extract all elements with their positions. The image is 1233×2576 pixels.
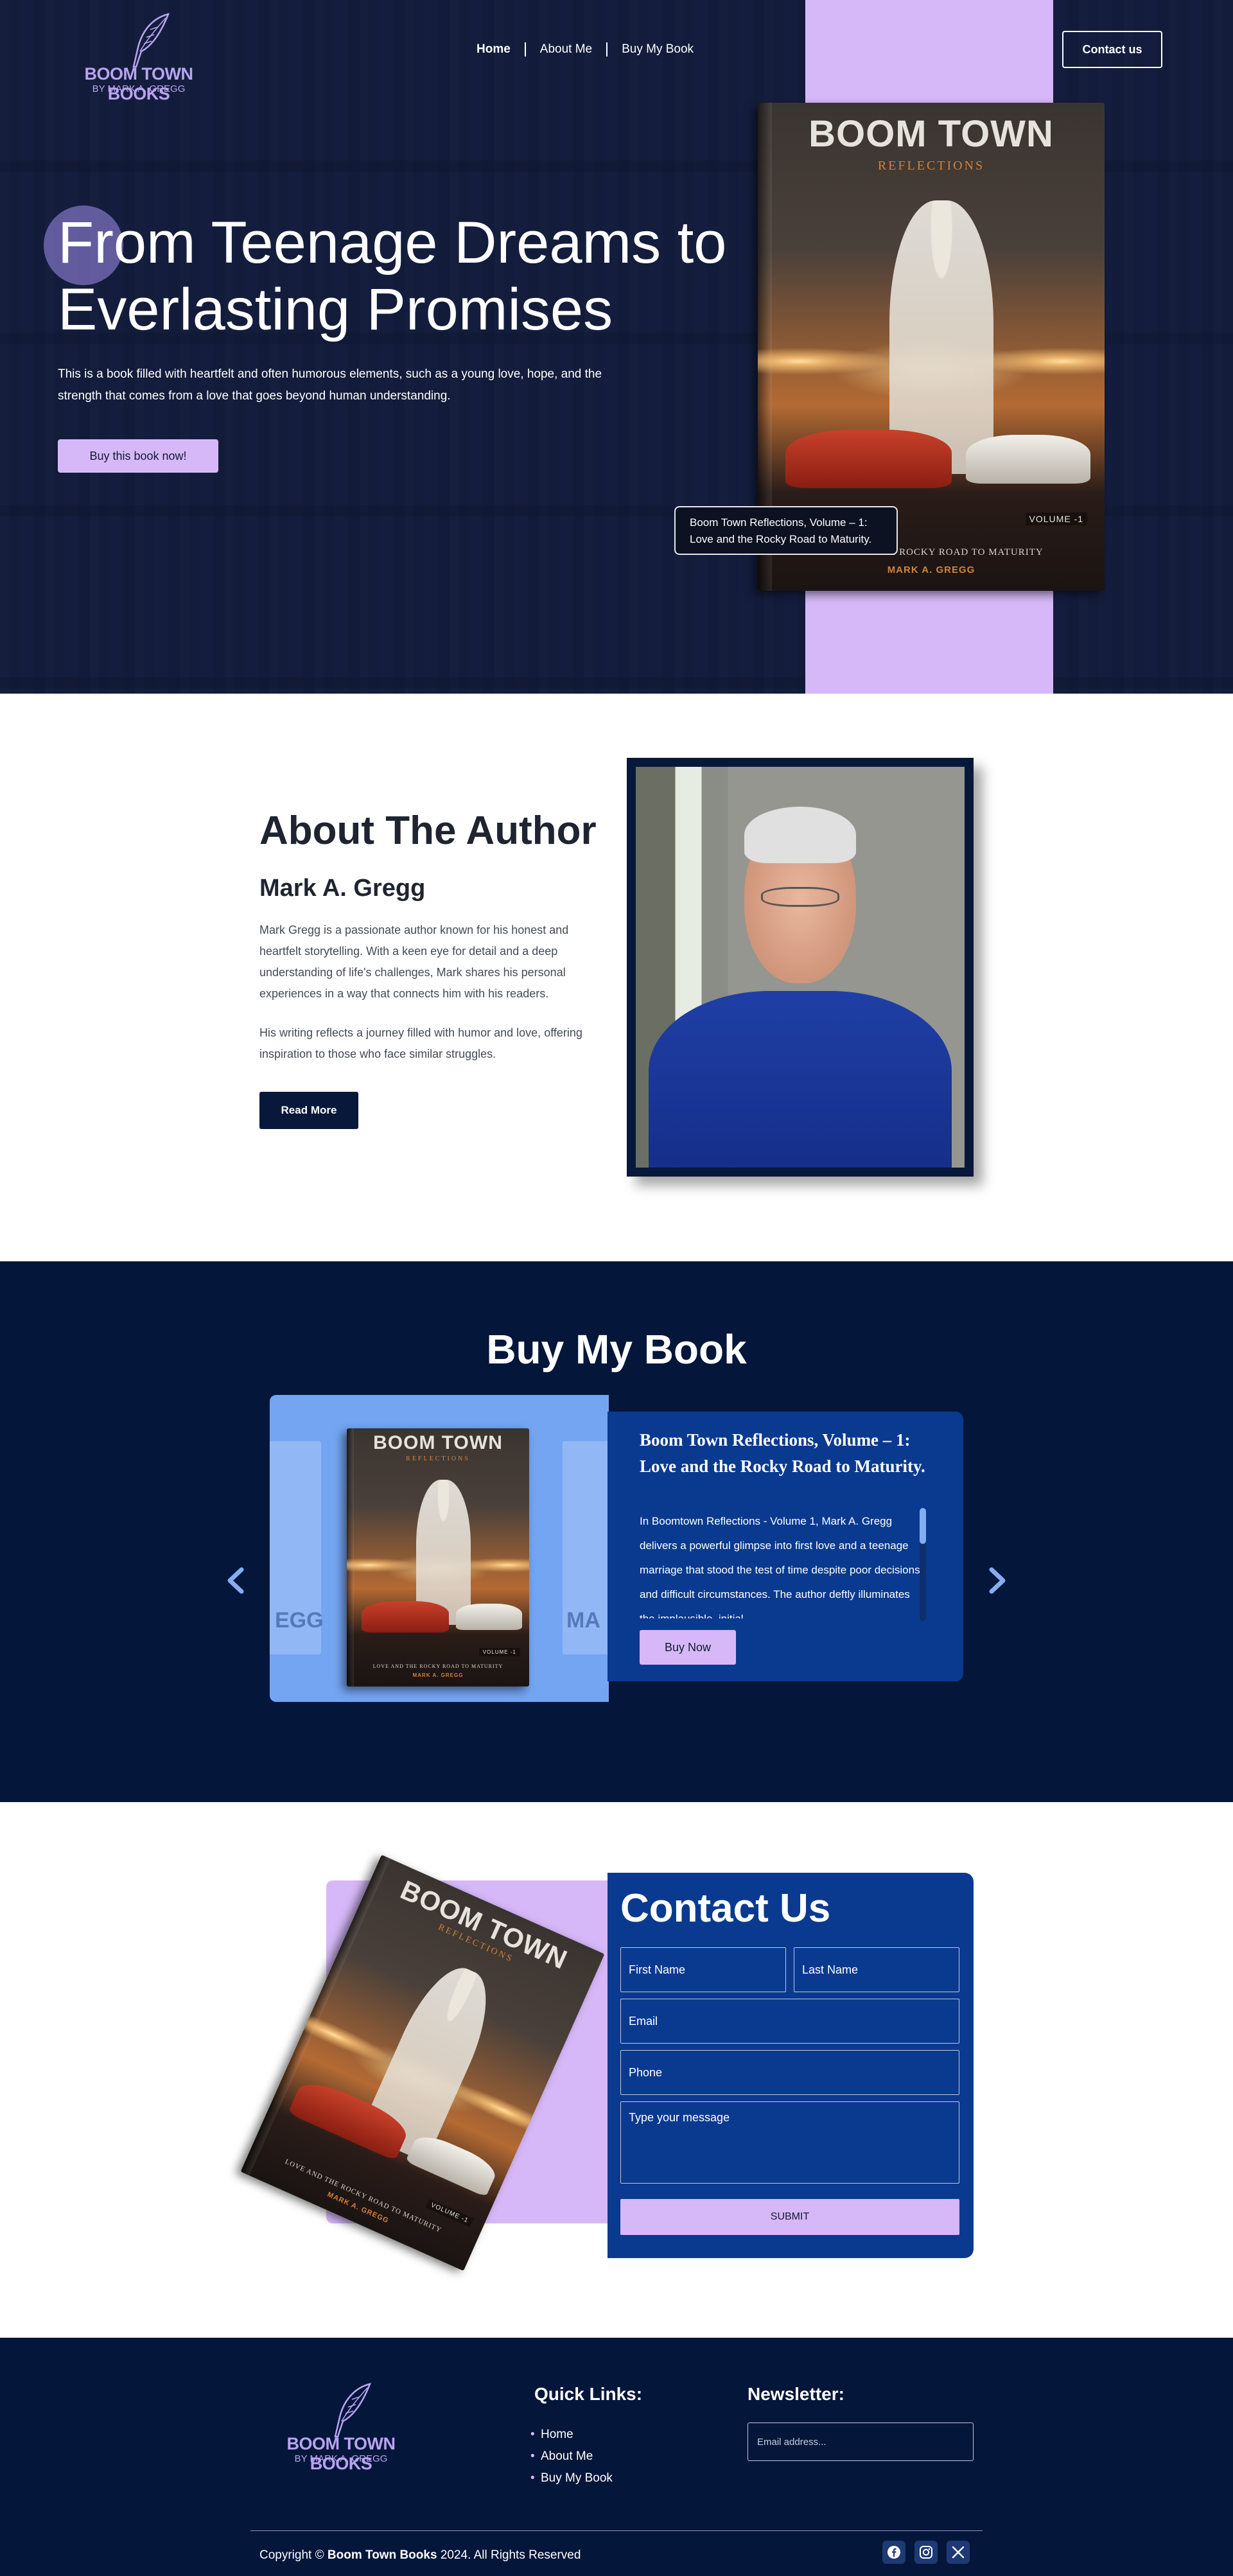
buy-section: Buy My Book EGG MA BOOM TOWN REFLECTIONS… bbox=[0, 1261, 1233, 1802]
main-nav: Home About Me Buy My Book bbox=[477, 42, 708, 57]
nav-item-about-me[interactable]: About Me bbox=[526, 42, 608, 57]
site-footer: BOOM TOWN BOOKS BY MARK A. GREGG Quick L… bbox=[0, 2338, 1233, 2576]
carousel-next-book[interactable]: MA bbox=[563, 1441, 609, 1654]
x-icon[interactable] bbox=[947, 2541, 970, 2564]
contact-title: Contact Us bbox=[620, 1886, 831, 1931]
quill-icon bbox=[132, 13, 170, 68]
instagram-icon[interactable] bbox=[914, 2541, 938, 2564]
book-tooltip: Boom Town Reflections, Volume – 1: Love … bbox=[674, 506, 898, 555]
first-name-field[interactable] bbox=[620, 1947, 786, 1992]
author-glasses bbox=[760, 887, 840, 907]
nav-item-buy-my-book[interactable]: Buy My Book bbox=[608, 42, 708, 57]
author-shirt bbox=[649, 991, 952, 1168]
contact-section: BOOM TOWN REFLECTIONS VOLUME -1 LOVE AND… bbox=[0, 1802, 1233, 2338]
white-race-car bbox=[405, 2130, 500, 2198]
slide-description: In Boomtown Reflections - Volume 1, Mark… bbox=[640, 1515, 920, 1618]
quick-link-about-me[interactable]: About Me bbox=[530, 2446, 613, 2467]
author-hair bbox=[744, 807, 857, 863]
ghost-book-text: MA bbox=[566, 1608, 600, 1633]
red-race-car bbox=[361, 1601, 450, 1633]
buy-now-button[interactable]: Buy Now bbox=[640, 1630, 736, 1665]
ghost-book-text: EGG bbox=[275, 1608, 324, 1633]
quick-links-list: Home About Me Buy My Book bbox=[530, 2424, 613, 2489]
facebook-icon[interactable] bbox=[882, 2541, 905, 2564]
copyright-suffix: 2024. All Rights Reserved bbox=[440, 2548, 581, 2562]
chevron-left-icon[interactable] bbox=[222, 1566, 252, 1595]
buy-title: Buy My Book bbox=[486, 1326, 747, 1372]
phone-field[interactable] bbox=[620, 2050, 959, 2095]
slide-title: Boom Town Reflections, Volume – 1: Love … bbox=[640, 1430, 925, 1476]
quick-link-buy-my-book[interactable]: Buy My Book bbox=[530, 2467, 613, 2489]
hero-section: BOOM TOWN BOOKS BY MARK A. GREGG Home Ab… bbox=[0, 0, 1233, 694]
about-title: About The Author bbox=[259, 809, 597, 853]
description-scrollbar[interactable] bbox=[920, 1508, 926, 1621]
scrollbar-thumb[interactable] bbox=[920, 1508, 926, 1544]
copyright-text: Copyright © Boom Town Books 2024. All Ri… bbox=[259, 2548, 581, 2563]
author-photo bbox=[636, 767, 965, 1168]
chevron-right-icon[interactable] bbox=[981, 1566, 1011, 1595]
newsletter-email-input[interactable] bbox=[748, 2423, 974, 2461]
footer-logo-subtitle: BY MARK A. GREGG bbox=[294, 2453, 388, 2464]
contact-us-button[interactable]: Contact us bbox=[1062, 31, 1162, 68]
copyright-prefix: Copyright © bbox=[259, 2548, 324, 2562]
carousel-image-panel: EGG MA BOOM TOWN REFLECTIONS VOLUME -1 L… bbox=[270, 1395, 609, 1702]
hero-title: From Teenage Dreams to Everlasting Promi… bbox=[58, 210, 727, 342]
quick-links-title: Quick Links: bbox=[534, 2384, 643, 2404]
book-cover-author: MARK A. GREGG bbox=[412, 1672, 464, 1679]
book-cover-subtitle: REFLECTIONS bbox=[406, 1455, 470, 1463]
quick-link-home[interactable]: Home bbox=[530, 2424, 613, 2446]
red-race-car bbox=[785, 430, 952, 489]
white-race-car bbox=[966, 434, 1091, 484]
book-cover-author: MARK A. GREGG bbox=[887, 564, 975, 575]
book-cover-title: BOOM TOWN bbox=[373, 1432, 503, 1454]
author-name: Mark A. Gregg bbox=[259, 875, 426, 902]
author-photo-frame bbox=[627, 758, 974, 1177]
footer-divider bbox=[250, 2530, 983, 2531]
copyright-brand: Boom Town Books bbox=[327, 2548, 437, 2562]
buy-book-now-button[interactable]: Buy this book now! bbox=[58, 439, 218, 473]
message-field[interactable] bbox=[620, 2101, 959, 2184]
carousel-text-panel: Boom Town Reflections, Volume – 1: Love … bbox=[608, 1412, 963, 1681]
book-cover-volume: VOLUME -1 bbox=[1025, 513, 1087, 526]
page: BOOM TOWN BOOKS BY MARK A. GREGG Home Ab… bbox=[0, 0, 1233, 2576]
footer-logo[interactable]: BOOM TOWN BOOKS BY MARK A. GREGG bbox=[261, 2381, 421, 2473]
email-field[interactable] bbox=[620, 1999, 959, 2044]
white-race-car bbox=[456, 1604, 522, 1630]
submit-button[interactable]: SUBMIT bbox=[620, 2199, 959, 2235]
carousel-notch bbox=[606, 1508, 632, 1566]
about-paragraph-1: Mark Gregg is a passionate author known … bbox=[259, 924, 569, 1000]
last-name-field[interactable] bbox=[794, 1947, 959, 1992]
nav-item-home[interactable]: Home bbox=[477, 42, 526, 57]
quill-icon bbox=[334, 2383, 372, 2438]
book-cover-title: BOOM TOWN bbox=[809, 113, 1054, 155]
site-logo[interactable]: BOOM TOWN BOOKS BY MARK A. GREGG bbox=[62, 12, 216, 103]
book-cover-image: BOOM TOWN REFLECTIONS VOLUME -1 LOVE AND… bbox=[347, 1428, 529, 1687]
book-cover-volume: VOLUME -1 bbox=[478, 1647, 520, 1656]
carousel-prev-book[interactable]: EGG bbox=[270, 1441, 324, 1654]
contact-form-panel: Contact Us SUBMIT bbox=[608, 1873, 974, 2258]
carousel-active-book[interactable]: BOOM TOWN REFLECTIONS VOLUME -1 LOVE AND… bbox=[347, 1428, 529, 1687]
about-paragraph-2: His writing reflects a journey filled wi… bbox=[259, 1026, 582, 1060]
newsletter-title: Newsletter: bbox=[748, 2384, 844, 2404]
about-section: About The Author Mark A. Gregg Mark Greg… bbox=[0, 694, 1233, 1261]
logo-subtitle: BY MARK A. GREGG bbox=[92, 83, 186, 94]
book-cover-subtitle: REFLECTIONS bbox=[877, 159, 985, 173]
hero-description: This is a book filled with heartfelt and… bbox=[58, 367, 602, 403]
book-cover-tagline: LOVE AND THE ROCKY ROAD TO MATURITY bbox=[372, 1663, 503, 1669]
read-more-button[interactable]: Read More bbox=[259, 1092, 358, 1129]
